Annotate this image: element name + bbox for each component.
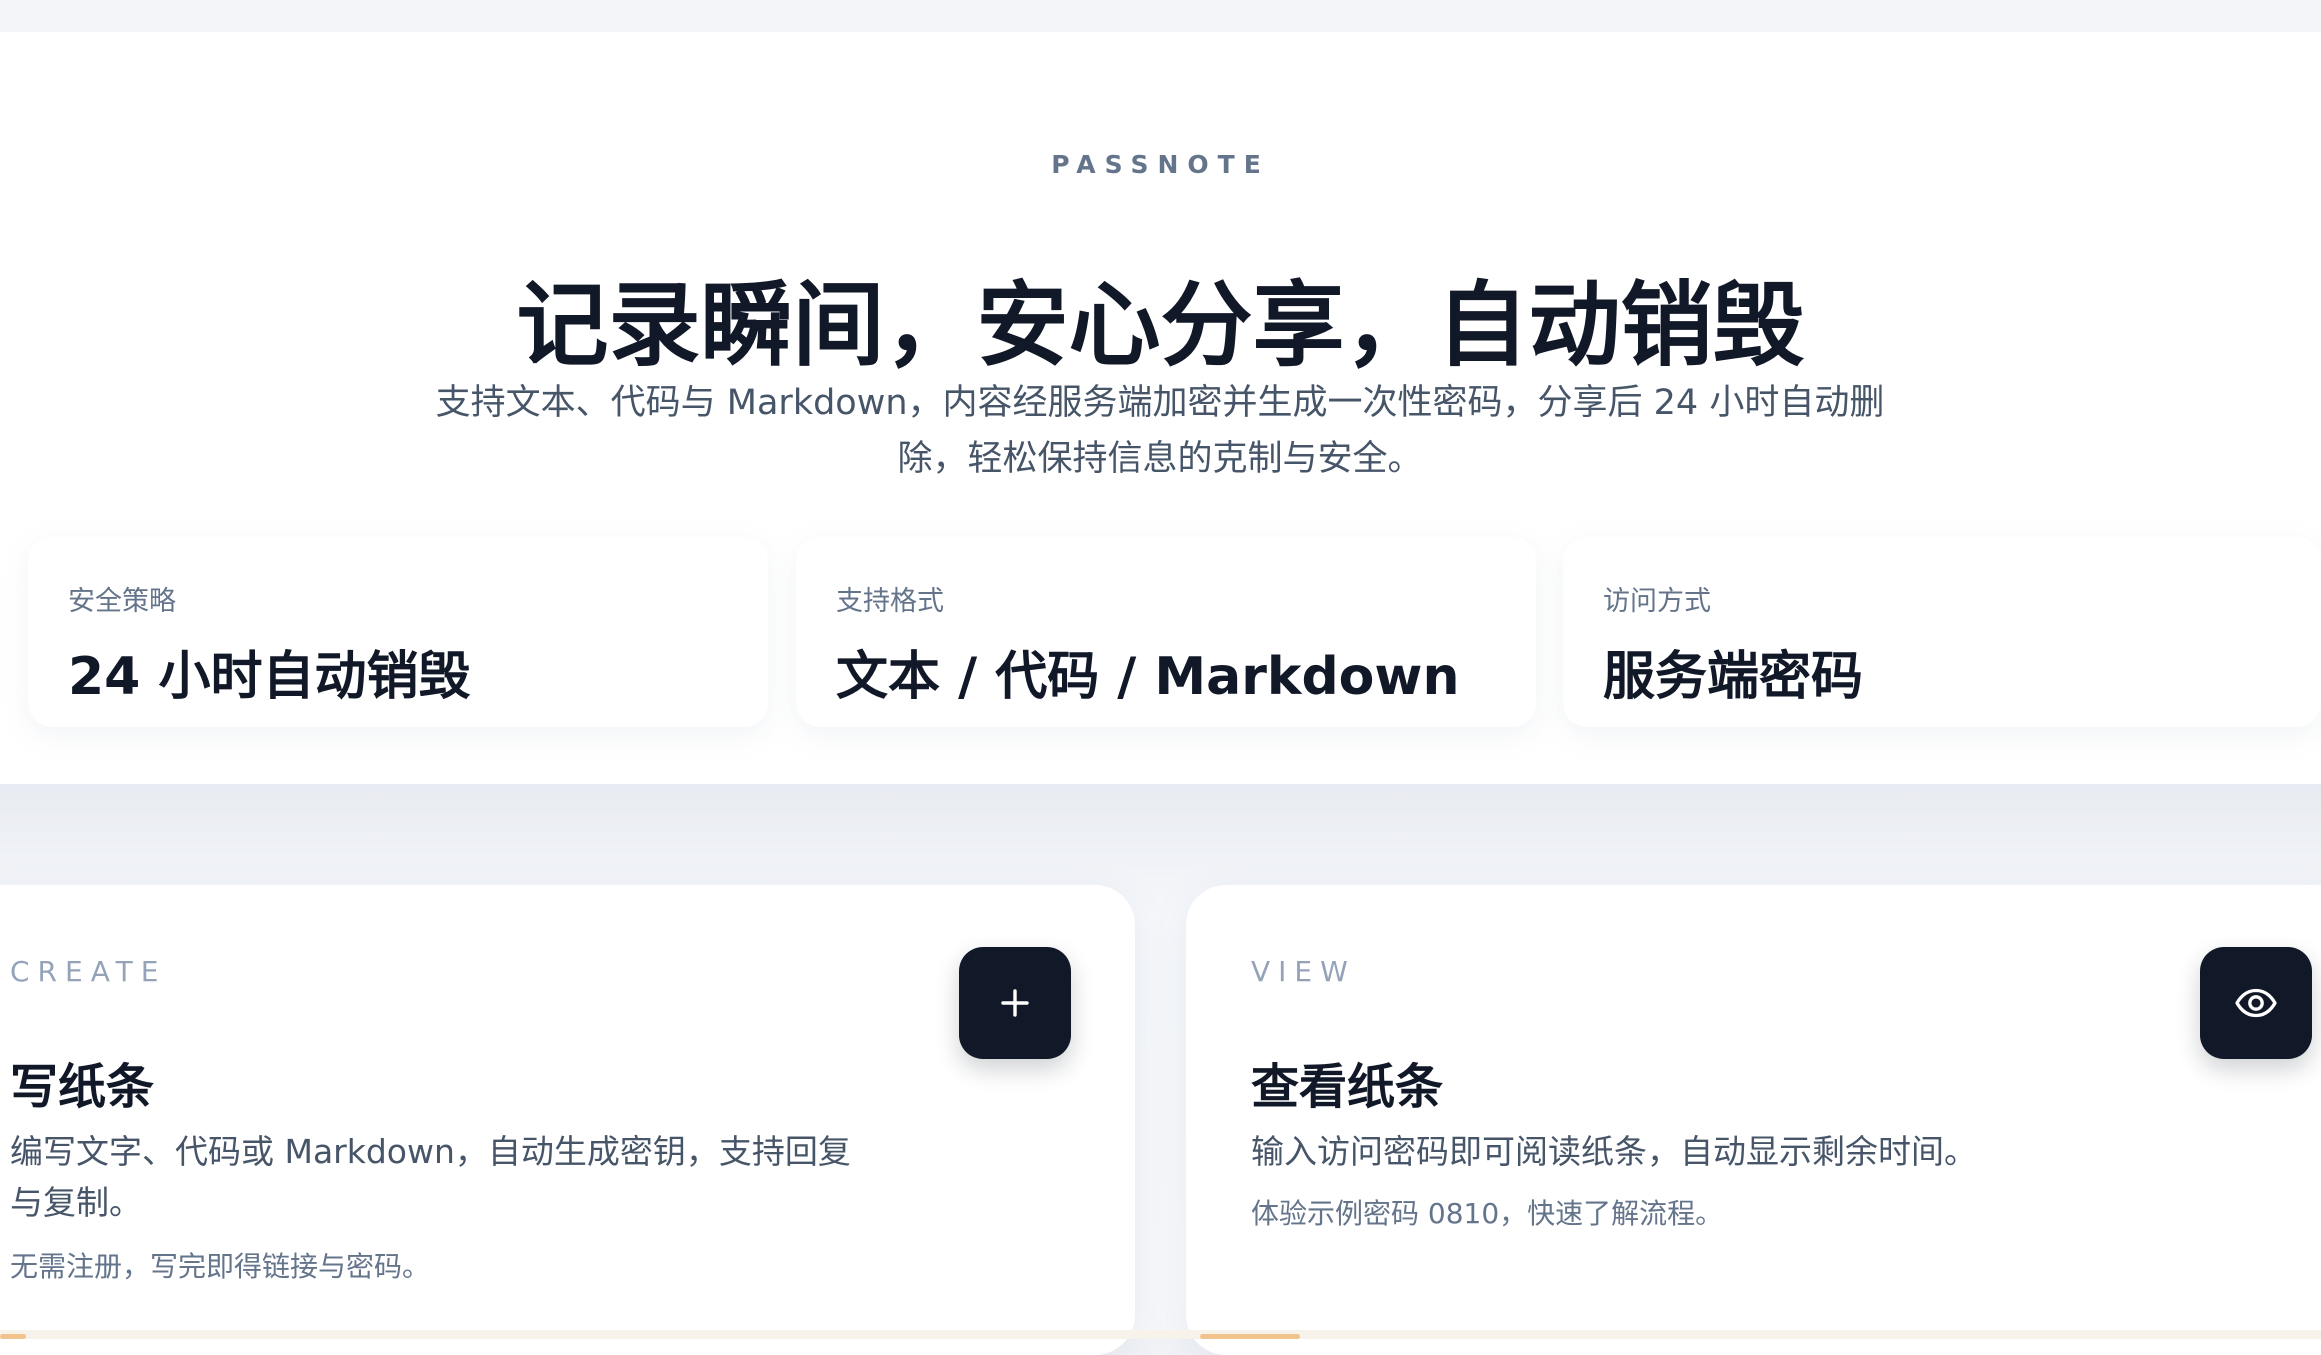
- stat-label: 访问方式: [1603, 586, 1711, 617]
- create-description: 编写文字、代码或 Markdown，自动生成密钥，支持回复与复制。: [10, 1132, 851, 1222]
- stat-label: 支持格式: [836, 586, 944, 617]
- create-title: 写纸条: [10, 1058, 155, 1115]
- view-note: 体验示例密码 0810，快速了解流程。: [1251, 1197, 1724, 1230]
- stat-card-security-policy: 安全策略 24 小时自动销毁: [28, 537, 768, 727]
- view-title: 查看纸条: [1251, 1058, 1444, 1115]
- stat-value: 文本 / 代码 / Markdown: [836, 647, 1460, 707]
- feature-stats: 安全策略 24 小时自动销毁 支持格式 文本 / 代码 / Markdown 访…: [28, 537, 2321, 727]
- create-note: 无需注册，写完即得链接与密码。: [10, 1250, 431, 1283]
- bottom-edge: [0, 1330, 2321, 1339]
- stat-value: 24 小时自动销毁: [68, 647, 471, 707]
- bottom-accent: [1200, 1334, 1300, 1339]
- bottom-accent: [0, 1334, 26, 1339]
- view-eyebrow: VIEW: [1251, 955, 1356, 988]
- create-note-card[interactable]: CREATE 写纸条 编写文字、代码或 Markdown，自动生成密钥，支持回复…: [0, 885, 1135, 1355]
- stat-card-access-method: 访问方式 服务端密码: [1563, 537, 2321, 727]
- create-note-button[interactable]: [959, 947, 1071, 1059]
- stat-value: 服务端密码: [1603, 647, 1864, 707]
- hero-section: PASSNOTE 记录瞬间，安心分享，自动销毁 支持文本、代码与 Markdow…: [0, 32, 2321, 784]
- page-subtitle: 支持文本、代码与 Markdown，内容经服务端加密并生成一次性密码，分享后 2…: [435, 383, 1885, 479]
- view-description: 输入访问密码即可阅读纸条，自动显示剩余时间。: [1251, 1132, 1977, 1171]
- create-eyebrow: CREATE: [10, 955, 167, 988]
- top-strip: [0, 0, 2321, 32]
- view-note-button[interactable]: [2200, 947, 2312, 1059]
- page-title: 记录瞬间，安心分享，自动销毁: [516, 271, 1805, 379]
- view-note-card[interactable]: VIEW 查看纸条 输入访问密码即可阅读纸条，自动显示剩余时间。 体验示例密码 …: [1186, 885, 2321, 1355]
- brand-eyebrow: PASSNOTE: [1051, 150, 1270, 179]
- eye-icon: [2235, 988, 2277, 1018]
- stat-label: 安全策略: [68, 586, 176, 617]
- stat-card-supported-formats: 支持格式 文本 / 代码 / Markdown: [796, 537, 1536, 727]
- plus-icon: [1001, 989, 1029, 1017]
